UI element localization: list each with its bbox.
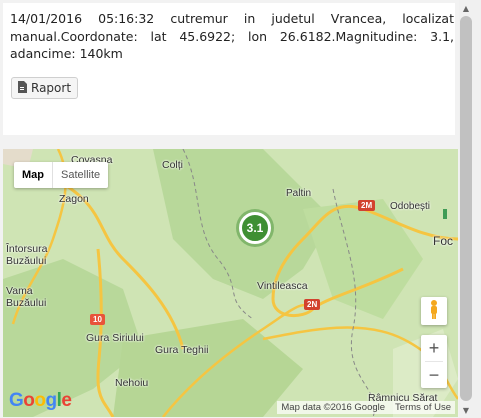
map-type-satellite-button[interactable]: Satellite xyxy=(52,162,108,188)
map-view[interactable]: Covasna Zagon Paltin Odobești Foc Întors… xyxy=(3,149,458,417)
map-terrain xyxy=(3,149,458,417)
place-label: Vama Buzăului xyxy=(6,285,47,309)
document-icon xyxy=(17,80,27,96)
place-label: Paltin xyxy=(286,188,312,199)
scroll-down-icon[interactable]: ▼ xyxy=(460,404,472,416)
road-shield: 10 xyxy=(90,314,105,325)
place-label: Odobești xyxy=(390,201,431,212)
place-label: Întorsura Buzăului xyxy=(6,243,48,267)
place-label: Gura Teghii xyxy=(155,344,209,356)
place-label: Zagon xyxy=(59,193,89,205)
road-shield: 2N xyxy=(304,299,321,310)
zoom-out-button[interactable]: − xyxy=(421,362,447,388)
place-label: Nehoiu xyxy=(115,377,149,389)
road-shield: 2M xyxy=(358,200,376,211)
report-button[interactable]: Raport xyxy=(11,77,79,99)
earthquake-marker[interactable]: 3.1 xyxy=(239,212,271,244)
event-description: 14/01/2016 05:16:32 cutremur in judetul … xyxy=(10,11,454,61)
map-data-text: Map data ©2016 Google xyxy=(281,402,386,413)
event-panel: 14/01/2016 05:16:32 cutremur in judetul … xyxy=(3,3,455,135)
place-label: Foc xyxy=(433,234,454,248)
place-label: Gura Siriului xyxy=(86,332,144,344)
map-type-control: Map Satellite xyxy=(14,162,109,188)
pegman-icon xyxy=(428,299,440,323)
zoom-in-button[interactable]: + xyxy=(421,335,447,361)
zoom-control: + − xyxy=(421,335,447,388)
report-button-label: Raport xyxy=(31,81,72,95)
pegman-button[interactable] xyxy=(421,297,447,325)
google-logo[interactable]: Google xyxy=(9,390,72,412)
map-attribution: Map data ©2016 Google Terms of Use xyxy=(277,401,455,414)
scrollbar-thumb[interactable] xyxy=(460,16,472,401)
terms-of-use-link[interactable]: Terms of Use xyxy=(395,402,451,413)
scroll-up-icon[interactable]: ▲ xyxy=(460,2,472,14)
place-label: Vintileasca xyxy=(257,280,308,292)
place-label: Colți xyxy=(162,159,184,171)
map-type-map-button[interactable]: Map xyxy=(14,162,52,188)
